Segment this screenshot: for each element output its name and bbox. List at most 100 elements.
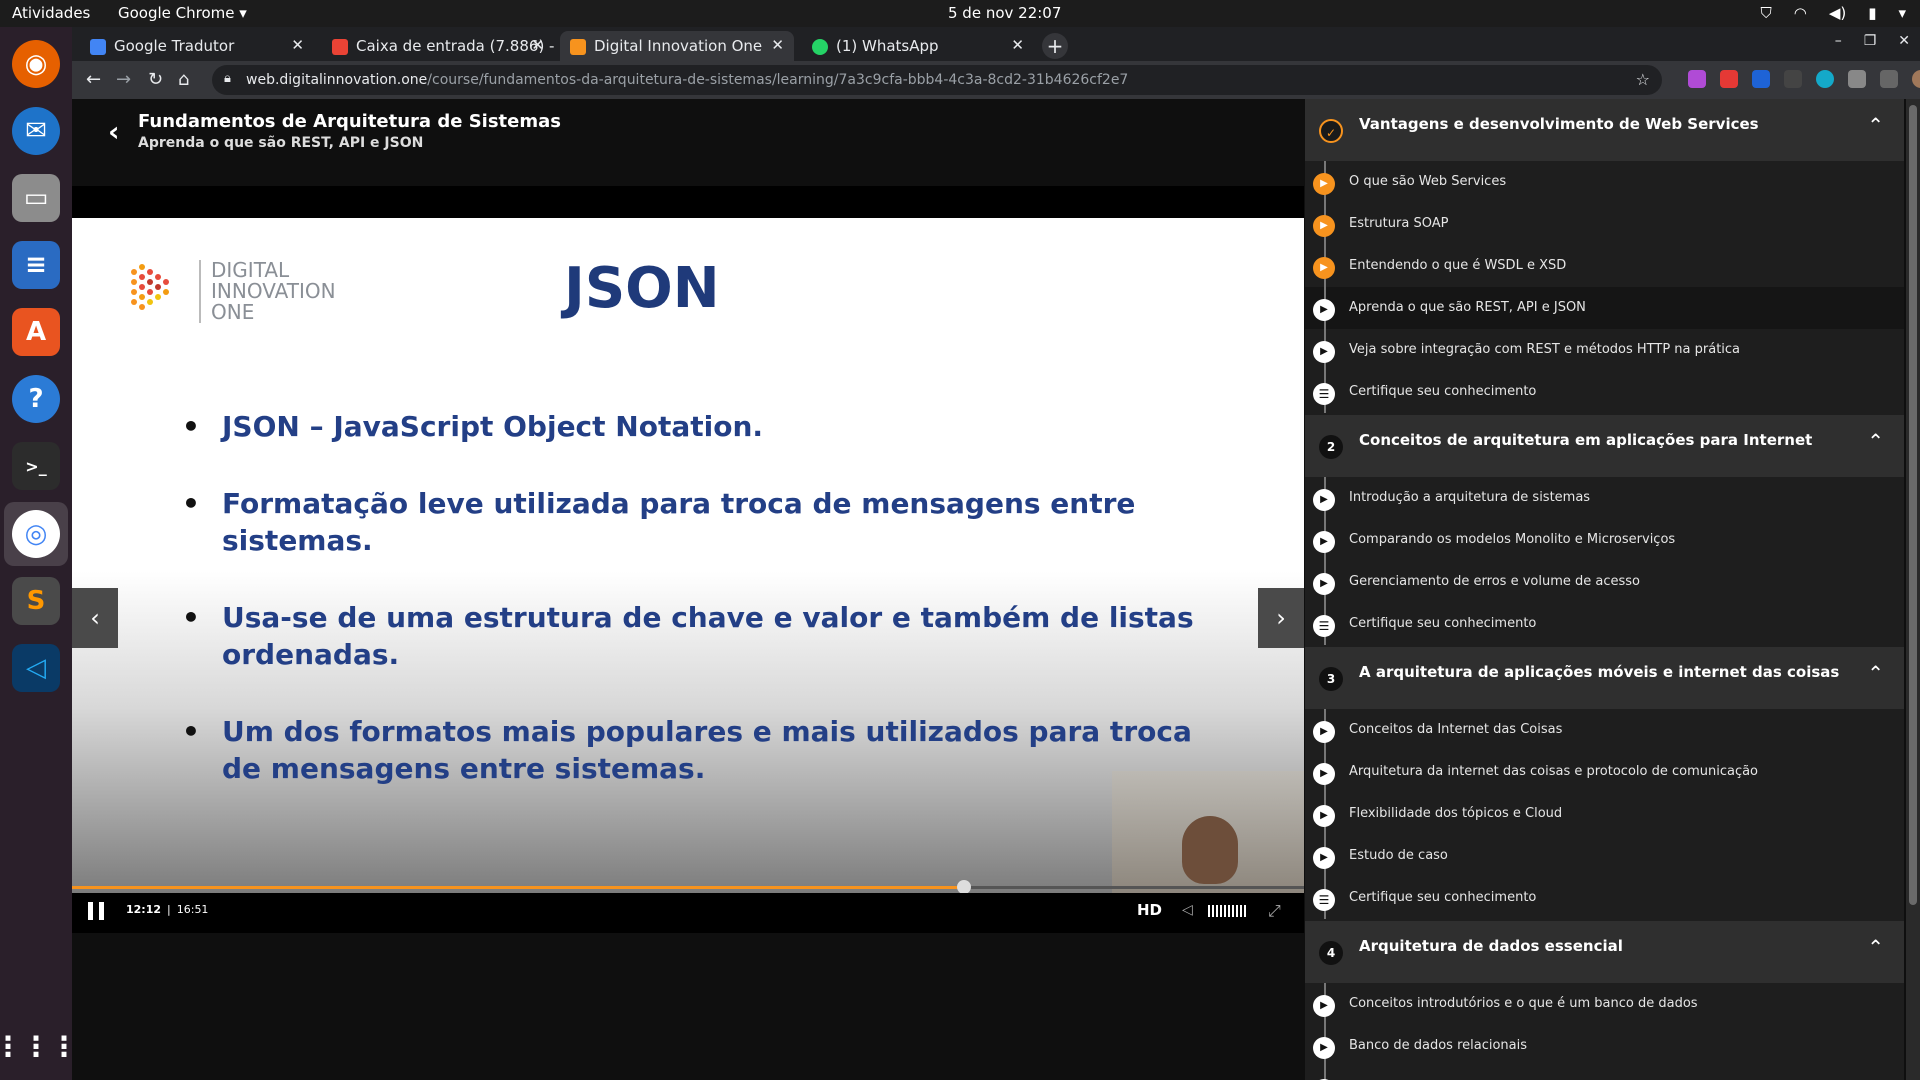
play-icon: ▶ — [1313, 173, 1335, 195]
lesson-item[interactable]: ▶ Banco de dados relacionais — [1305, 1025, 1904, 1067]
module-title: Arquitetura de dados essencial — [1359, 937, 1623, 955]
files-icon[interactable]: ▭ — [12, 174, 60, 222]
extension-icon[interactable] — [1816, 70, 1834, 88]
puzzle-icon[interactable] — [1848, 70, 1866, 88]
dio-logo — [131, 264, 169, 310]
next-lesson-button[interactable]: › — [1258, 588, 1304, 648]
help-icon[interactable]: ? — [12, 375, 60, 423]
progress-knob[interactable] — [956, 880, 971, 894]
firefox-icon[interactable]: ◉ — [12, 40, 60, 88]
slide-bullets: JSON – JavaScript Object Notation. Forma… — [182, 408, 1202, 827]
lesson-item[interactable]: ☰ Certifique seu conhecimento — [1305, 877, 1904, 919]
extension-icon[interactable] — [1720, 70, 1738, 88]
tab-whatsapp[interactable]: (1) WhatsApp ✕ — [802, 31, 1034, 61]
module-header[interactable]: 2 Conceitos de arquitetura em aplicações … — [1305, 415, 1904, 477]
lesson-item[interactable]: ▶ Arquitetura da internet das coisas e pr… — [1305, 751, 1904, 793]
close-icon[interactable]: ✕ — [771, 36, 784, 54]
module-header[interactable]: 3 A arquitetura de aplicações móveis e in… — [1305, 647, 1904, 709]
list-icon: ☰ — [1313, 615, 1335, 637]
chrome-icon[interactable]: ◎ — [12, 510, 60, 558]
lesson-title: Certifique seu conhecimento — [1349, 890, 1537, 905]
progress-fill — [72, 886, 964, 889]
video-player[interactable]: DIGITAL INNOVATION ONE JSON JSON – JavaS… — [72, 186, 1304, 933]
fullscreen-icon[interactable]: ⤢ — [1268, 901, 1281, 921]
player-controls: 12:12 | 16:51 HD ◁ ⤢ — [72, 893, 1304, 933]
lesson-item[interactable]: ▶ Introdução a arquitetura de sistemas — [1305, 477, 1904, 519]
app-menu[interactable]: Google Chrome ▾ — [118, 4, 247, 22]
extension-icon[interactable] — [1752, 70, 1770, 88]
power-icon[interactable]: ▾ — [1898, 4, 1906, 22]
tab-gmail[interactable]: Caixa de entrada (7.886) - ✕ — [322, 31, 554, 61]
address-bar[interactable]: 🔒︎ web.digitalinnovation.one/course/fund… — [212, 65, 1662, 95]
lesson-title: Entendendo o que é WSDL e XSD — [1349, 258, 1567, 273]
volume-icon[interactable]: ◀) — [1829, 4, 1846, 22]
sidebar-scrollbar[interactable] — [1906, 99, 1920, 1080]
terminal-icon[interactable]: >_ — [12, 442, 60, 490]
lesson-item[interactable]: ▶ Veja sobre integração com REST e método… — [1305, 329, 1904, 371]
lesson-item[interactable]: ☰ Certifique seu conhecimento — [1305, 371, 1904, 413]
os-top-bar: Atividades Google Chrome ▾ 5 de nov 22:0… — [0, 0, 1920, 27]
shield-icon[interactable]: ⛉ — [1760, 4, 1771, 22]
quality-button[interactable]: HD — [1137, 901, 1162, 919]
back-arrow-icon[interactable]: ← — [86, 69, 101, 90]
media-queue-icon[interactable] — [1880, 70, 1898, 88]
home-icon[interactable]: ⌂ — [178, 69, 189, 90]
close-icon[interactable]: ✕ — [531, 36, 544, 54]
minimize-icon[interactable]: – — [1835, 33, 1842, 49]
lock-icon[interactable]: 🔒︎ — [224, 71, 231, 86]
vscode-icon[interactable]: ◁ — [12, 644, 60, 692]
close-window-icon[interactable]: ✕ — [1898, 33, 1910, 49]
lesson-title: Conceitos introdutórios e o que é um ban… — [1349, 996, 1698, 1011]
new-tab-button[interactable]: + — [1042, 33, 1068, 59]
lesson-item[interactable]: ▶SGDBR - SQL — [1305, 1067, 1904, 1080]
lesson-item[interactable]: ▶ Entendendo o que é WSDL e XSD — [1305, 245, 1904, 287]
chevron-up-icon[interactable]: ⌃ — [1867, 935, 1884, 959]
extension-icon[interactable] — [1688, 70, 1706, 88]
lesson-item[interactable]: ▶ Estrutura SOAP — [1305, 203, 1904, 245]
tab-google-translate[interactable]: Google Tradutor ✕ — [80, 31, 314, 61]
lesson-item[interactable]: ☰ Certifique seu conhecimento — [1305, 603, 1904, 645]
chevron-up-icon[interactable]: ⌃ — [1867, 113, 1884, 137]
system-tray[interactable]: ⛉ ◠ ◀) ▮ ▾ — [1760, 4, 1906, 22]
lesson-item[interactable]: ▶ Aprenda o que são REST, API e JSON — [1305, 287, 1904, 329]
volume-slider[interactable] — [1208, 905, 1248, 917]
lesson-item[interactable]: ▶ Conceitos introdutórios e o que é um ba… — [1305, 983, 1904, 1025]
clock[interactable]: 5 de nov 22:07 — [948, 4, 1061, 22]
activities-button[interactable]: Atividades — [12, 4, 90, 22]
chevron-left-icon[interactable]: ‹ — [108, 115, 120, 148]
lesson-item[interactable]: ▶ Flexibilidade dos tópicos e Cloud — [1305, 793, 1904, 835]
lesson-title: Comparando os modelos Monolito e Microse… — [1349, 532, 1676, 547]
module-header[interactable]: ✓ Vantagens e desenvolvimento de Web Serv… — [1305, 99, 1904, 161]
reload-icon[interactable]: ↻ — [148, 69, 163, 90]
forward-arrow-icon[interactable]: → — [116, 69, 131, 90]
wifi-icon[interactable]: ◠ — [1794, 4, 1807, 22]
lesson-item[interactable]: ▶ Comparando os modelos Monolito e Micros… — [1305, 519, 1904, 561]
lesson-item[interactable]: ▶ Gerenciamento de erros e volume de aces… — [1305, 561, 1904, 603]
extension-icon[interactable] — [1784, 70, 1802, 88]
lesson-item[interactable]: ▶ Conceitos da Internet das Coisas — [1305, 709, 1904, 751]
chevron-up-icon[interactable]: ⌃ — [1867, 661, 1884, 685]
battery-icon[interactable]: ▮ — [1868, 4, 1876, 22]
writer-icon[interactable]: ≡ — [12, 241, 60, 289]
software-center-icon[interactable]: A — [12, 308, 60, 356]
tab-digital-innovation-one[interactable]: Digital Innovation One ✕ — [560, 31, 794, 61]
close-icon[interactable]: ✕ — [291, 36, 304, 54]
dio-logo-text: DIGITAL INNOVATION ONE — [199, 260, 336, 323]
avatar[interactable] — [1912, 70, 1920, 88]
maximize-icon[interactable]: ❐ — [1864, 33, 1877, 49]
thunderbird-icon[interactable]: ✉ — [12, 107, 60, 155]
video-progress-bar[interactable] — [72, 880, 1304, 894]
lesson-item[interactable]: ▶ Estudo de caso — [1305, 835, 1904, 877]
close-icon[interactable]: ✕ — [1011, 36, 1024, 54]
chevron-up-icon[interactable]: ⌃ — [1867, 429, 1884, 453]
module-header[interactable]: 4 Arquitetura de dados essencial ⌃ — [1305, 921, 1904, 983]
pause-icon[interactable] — [88, 902, 104, 920]
tab-title: Google Tradutor — [114, 37, 235, 55]
bookmark-star-icon[interactable]: ☆ — [1636, 70, 1650, 89]
prev-lesson-button[interactable]: ‹ — [72, 588, 118, 648]
volume-icon[interactable]: ◁ — [1182, 902, 1193, 918]
sublime-icon[interactable]: S — [12, 577, 60, 625]
app-grid-icon[interactable]: ⋮⋮⋮ — [0, 1022, 78, 1070]
scrollbar-thumb[interactable] — [1909, 105, 1917, 905]
lesson-item[interactable]: ▶ O que são Web Services — [1305, 161, 1904, 203]
